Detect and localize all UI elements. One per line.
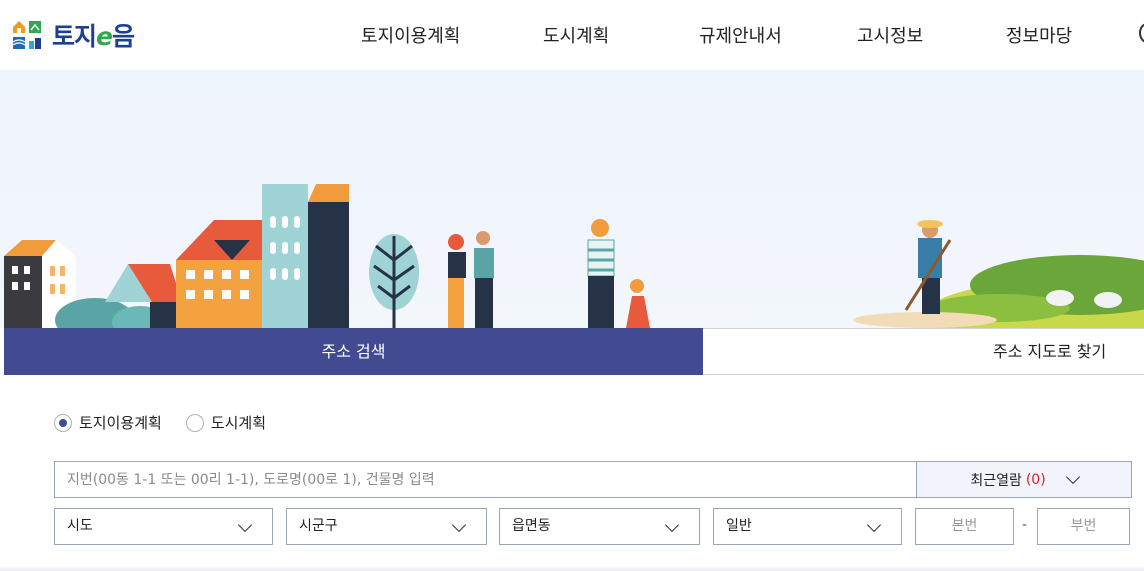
address-select-row: 시도 시군구 읍면동 일반 본번 - 부번 — [54, 508, 1132, 545]
sigungu-select-value: 시군구 — [299, 518, 338, 534]
menu-circle-icon[interactable] — [1139, 23, 1144, 43]
chevron-down-icon — [237, 517, 253, 533]
site-header: 토지e음 토지이용계획 도시계획 규제안내서 고시정보 정보마당 — [0, 0, 1144, 70]
site-logo[interactable]: 토지e음 — [12, 17, 135, 53]
chevron-down-icon — [1065, 469, 1080, 485]
chevron-down-icon — [451, 517, 467, 533]
number-separator: - — [1022, 517, 1028, 533]
radio-unchecked-icon[interactable] — [185, 413, 204, 432]
land-type-select-value: 일반 — [726, 518, 752, 534]
nav-item-urban-plan[interactable]: 도시계획 — [543, 22, 609, 48]
address-search-input[interactable] — [54, 461, 916, 498]
tab-address-search-label: 주소 검색 — [321, 342, 386, 361]
eupmyeondong-select-value: 읍면동 — [512, 518, 551, 534]
nav-item-info-plaza[interactable]: 정보마당 — [1006, 22, 1072, 48]
logo-wordmark: 토지e음 — [52, 22, 135, 51]
bubeon-input[interactable]: 부번 — [1037, 508, 1130, 545]
chevron-down-icon — [866, 517, 882, 533]
recent-view-label: 최근열람 — [970, 472, 1022, 489]
sido-select[interactable]: 시도 — [54, 508, 273, 545]
chevron-down-icon — [664, 517, 680, 533]
recent-view-count: (0) — [1025, 471, 1046, 488]
tab-map-search[interactable]: 주소 지도로 찾기 — [703, 328, 1144, 375]
search-type-radios: 토지이용계획 도시계획 — [54, 412, 290, 433]
tab-address-search[interactable]: 주소 검색 — [4, 328, 703, 384]
eupmyeondong-select[interactable]: 읍면동 — [499, 508, 700, 545]
radio-land-use-plan[interactable]: 토지이용계획 — [54, 412, 162, 433]
nav-item-land-use-plan[interactable]: 토지이용계획 — [361, 22, 460, 48]
sido-select-value: 시도 — [67, 518, 93, 534]
nav-item-regulation-guide[interactable]: 규제안내서 — [699, 22, 782, 48]
recent-view-button[interactable]: 최근열람 (0) — [916, 461, 1132, 498]
radio-checked-icon[interactable] — [54, 413, 72, 432]
town-illustration — [4, 184, 1144, 328]
radio-urban-plan-label: 도시계획 — [210, 414, 267, 432]
panel-bottom-shadow — [0, 566, 1144, 571]
sigungu-select[interactable]: 시군구 — [286, 508, 487, 545]
radio-land-use-plan-label: 토지이용계획 — [79, 414, 162, 432]
radio-urban-plan[interactable]: 도시계획 — [185, 412, 267, 433]
search-row: 최근열람 (0) — [54, 461, 1132, 498]
hero-illustration — [0, 70, 1144, 328]
search-panel: 토지이용계획 도시계획 최근열람 (0) 시도 시군구 읍면동 일반 — [4, 375, 1144, 571]
search-tabs: 주소 검색 주소 지도로 찾기 — [4, 328, 1144, 384]
house-grid-logo-icon — [12, 20, 42, 50]
nav-item-notice-info[interactable]: 고시정보 — [857, 22, 923, 48]
bonbeon-input[interactable]: 본번 — [915, 508, 1014, 545]
land-type-select[interactable]: 일반 — [713, 508, 902, 545]
